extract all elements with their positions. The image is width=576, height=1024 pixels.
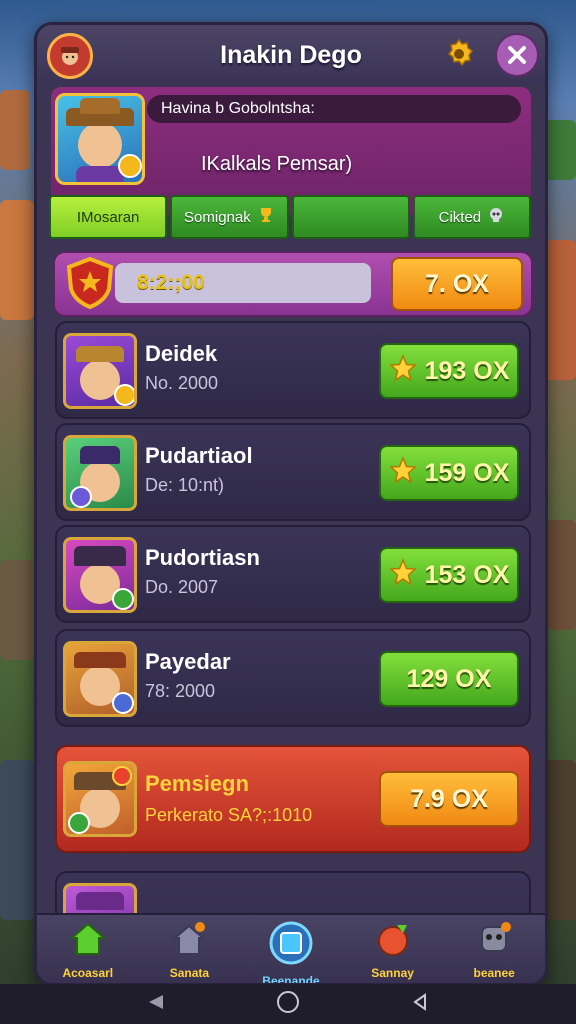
title-bar: Inakin Dego: [37, 25, 545, 85]
tab-somignak[interactable]: Somignak: [170, 195, 289, 239]
player-score: De: 10:nt): [145, 475, 225, 495]
inventory-icon: [267, 921, 315, 970]
player-score: No. 2000: [145, 373, 219, 393]
score-value: 8:2:;00: [115, 263, 371, 303]
player-name: Payedar: [145, 649, 231, 674]
back-icon[interactable]: [410, 992, 430, 1017]
player-score: Perkerato SA?;:1010: [145, 805, 313, 825]
score-claim-label: 7. OX: [425, 269, 489, 298]
player-status-text: Havina b Gobolntsha:: [147, 95, 521, 123]
score-claim-button[interactable]: 7. OX: [391, 257, 523, 311]
nav-label: Sanata: [169, 966, 210, 980]
avatar: [63, 761, 137, 837]
home-icon: [69, 921, 107, 962]
buy-button[interactable]: 153 OX: [379, 547, 519, 603]
nav-label: Sannay: [371, 966, 414, 980]
buy-button[interactable]: 129 OX: [379, 651, 519, 707]
price-label: 153 OX: [424, 560, 510, 589]
tab-label: Somignak: [184, 208, 251, 226]
avatar: [63, 537, 137, 613]
buy-button[interactable]: 159 OX: [379, 445, 519, 501]
nav-home[interactable]: Acoasarl: [37, 915, 139, 983]
map-icon: [373, 921, 413, 962]
tab-label: Cikted: [438, 208, 482, 226]
gear-icon[interactable]: [439, 34, 479, 74]
skull-icon: [487, 206, 505, 228]
price-label: 7.9 OX: [410, 784, 488, 813]
player-score: Do. 2007: [145, 577, 219, 597]
list-item[interactable]: Payedar 78: 2000 129 OX: [55, 629, 531, 727]
tab-label: IMosaran: [76, 208, 140, 226]
system-nav-bar: [0, 984, 576, 1024]
category-tabs: IMosaran Somignak Cikted: [49, 195, 531, 239]
list-item-highlighted[interactable]: Pemsiegn Perkerato SA?;:1010 7.9 OX: [55, 745, 531, 853]
nav-inventory[interactable]: Beenande: [240, 915, 342, 983]
price-label: 159 OX: [424, 458, 510, 487]
avatar: [63, 333, 137, 409]
recent-apps-icon[interactable]: [146, 992, 166, 1017]
star-icon: [388, 557, 417, 593]
star-icon: [388, 455, 417, 491]
player-name: IKalkals Pemsar): [201, 153, 353, 175]
nav-map[interactable]: Sannay: [342, 915, 444, 983]
nav-label: beanee: [473, 966, 515, 980]
buy-button[interactable]: 7.9 OX: [379, 771, 519, 827]
player-name: Pemsiegn: [145, 771, 249, 796]
bottom-nav: Acoasarl Sanata Beenande Sannay beanee: [37, 913, 545, 983]
nav-label: Acoasarl: [62, 966, 114, 980]
shop-icon: [170, 921, 208, 962]
tab-mosaran[interactable]: IMosaran: [49, 195, 168, 239]
list-item[interactable]: Deidek No. 2000 193 OX: [55, 321, 531, 419]
robot-icon: [474, 921, 514, 962]
leaderboard-panel: Inakin Dego Havina b Gobolntsha: IKalkal…: [34, 22, 548, 986]
list-item[interactable]: Pudartiaol De: 10:nt) 159 OX: [55, 423, 531, 521]
nav-robot[interactable]: beanee: [443, 915, 545, 983]
list-item[interactable]: Pudortiasn Do. 2007 153 OX: [55, 525, 531, 623]
price-label: 193 OX: [424, 356, 510, 385]
shield-icon: [65, 256, 115, 314]
home-circle-icon[interactable]: [276, 990, 300, 1019]
price-label: 129 OX: [406, 664, 492, 693]
score-bar: 8:2:;00 7. OX: [53, 251, 533, 317]
tab-empty[interactable]: [291, 195, 410, 239]
player-name: Pudortiasn: [145, 545, 260, 570]
buy-button[interactable]: 193 OX: [379, 343, 519, 399]
avatar: [63, 435, 137, 511]
nav-shop[interactable]: Sanata: [139, 915, 241, 983]
close-icon[interactable]: [495, 33, 539, 77]
avatar: [63, 641, 137, 717]
trophy-icon: [257, 206, 275, 228]
tab-cikted[interactable]: Cikted: [412, 195, 531, 239]
star-icon: [388, 353, 417, 389]
player-avatar[interactable]: [55, 93, 145, 185]
player-score: 78: 2000: [145, 681, 216, 701]
player-name: Pudartiaol: [145, 443, 253, 468]
player-name: Deidek: [145, 341, 218, 366]
